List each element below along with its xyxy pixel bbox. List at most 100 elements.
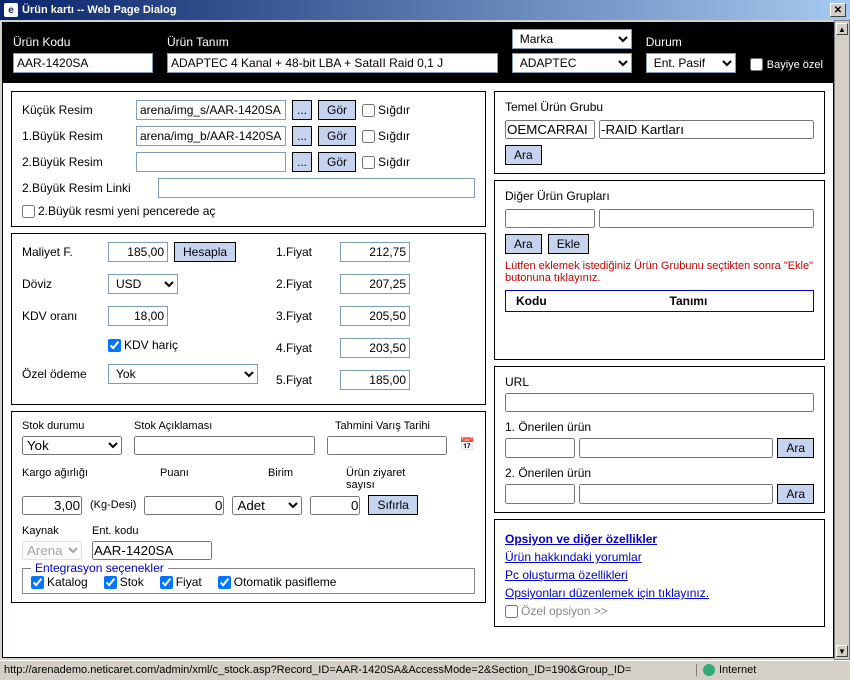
birim-select[interactable]: Adet [232,496,302,515]
tahmini-varis-input[interactable] [327,436,447,455]
vertical-scrollbar[interactable]: ▲ ▼ [834,20,850,660]
maliyet-label: Maliyet F. [22,245,102,259]
diger-ekle-button[interactable]: Ekle [548,234,589,254]
oner1-ara-button[interactable]: Ara [777,438,814,458]
ziyaret-label: Ürün ziyaret sayısı [346,467,405,491]
grup-note: Lütfen eklemek istediğiniz Ürün Grubunu … [505,260,814,284]
oner1-label: 1. Önerilen ürün [505,420,591,434]
urun-tanim-label: Ürün Tanım [167,35,498,49]
resim-link-label: 2.Büyük Resim Linki [22,181,152,195]
doviz-select[interactable]: USD [108,274,178,294]
status-zone: Internet [696,664,846,676]
diger-grup-label: Diğer Ürün Grupları [505,189,610,203]
fiyat1-input[interactable] [340,242,410,262]
statusbar: http://arenademo.neticaret.com/admin/xml… [0,660,850,678]
close-button[interactable]: ✕ [830,3,846,17]
buyuk1-gor-button[interactable]: Gör [318,126,356,146]
kargo-input[interactable] [22,496,82,515]
oner2-label: 2. Önerilen ürün [505,466,591,480]
urun-tanim-input[interactable] [167,53,498,73]
oner2-kod-input[interactable] [505,484,575,504]
kargo-unit: (Kg-Desi) [90,499,136,511]
fiyat2-label: 2.Fiyat [276,277,326,291]
fiyat5-input[interactable] [340,370,410,390]
katalog-checkbox[interactable] [31,576,44,589]
diger-ad-input[interactable] [599,209,814,228]
kucuk-resim-input[interactable] [136,100,286,120]
images-panel: Küçük Resim ... Gör Sığdır 1.Büyük Resim… [11,91,486,227]
url-panel: URL 1. Önerilen ürün Ara 2. Önerilen ürü… [494,366,825,513]
kucuk-gor-button[interactable]: Gör [318,100,356,120]
stok-durumu-select[interactable]: Yok [22,436,122,455]
stok-durumu-label: Stok durumu [22,420,84,432]
buyuk1-label: 1.Büyük Resim [22,129,130,143]
prices-panel: Maliyet F. Hesapla Döviz USD KDV oranı [11,233,486,405]
yorumlar-link[interactable]: Ürün hakkındaki yorumlar [505,550,814,564]
maliyet-input[interactable] [108,242,168,262]
marka-label-select[interactable]: Marka [512,29,632,49]
marka-select[interactable]: ADAPTEC [512,53,632,73]
opsiyon-title-link[interactable]: Opsiyon ve diğer özellikler [505,532,814,546]
hesapla-button[interactable]: Hesapla [174,242,236,262]
fiyat-checkbox[interactable] [160,576,173,589]
puan-input[interactable] [144,496,224,515]
urun-kodu-label: Ürün Kodu [13,35,153,49]
ie-icon: e [4,3,18,17]
fiyat5-label: 5.Fiyat [276,373,326,387]
scroll-down-icon[interactable]: ▼ [836,645,848,657]
scroll-up-icon[interactable]: ▲ [836,23,848,35]
url-input[interactable] [505,393,814,412]
diger-kod-input[interactable] [505,209,595,228]
temel-ad-input [599,120,814,139]
calendar-icon[interactable]: 📅 [459,436,475,452]
buyuk2-input[interactable] [136,152,286,172]
urun-kodu-input[interactable] [13,53,153,73]
sifirla-button[interactable]: Sıfırla [368,495,417,515]
oner2-ara-button[interactable]: Ara [777,484,814,504]
buyuk2-sigdir-checkbox[interactable] [362,156,375,169]
oner1-ad-input[interactable] [579,438,773,458]
kucuk-sigdir-checkbox[interactable] [362,104,375,117]
buyuk1-browse-button[interactable]: ... [292,126,312,146]
diger-ara-button[interactable]: Ara [505,234,542,254]
ent-kodu-label: Ent. kodu [92,525,138,537]
temel-grup-label: Temel Ürün Grubu [505,100,603,114]
entegrasyon-legend: Entegrasyon seçenekler [31,561,168,575]
ozel-odeme-label: Özel ödeme [22,367,102,381]
buyuk1-sigdir-checkbox[interactable] [362,130,375,143]
kdv-input[interactable] [108,306,168,326]
buyuk1-input[interactable] [136,126,286,146]
buyuk2-browse-button[interactable]: ... [292,152,312,172]
fiyat2-input[interactable] [340,274,410,294]
durum-select[interactable]: Ent. Pasif [646,53,736,73]
kaynak-label: Kaynak [22,525,59,537]
oner1-kod-input[interactable] [505,438,575,458]
kdv-label: KDV oranı [22,309,102,323]
bayiye-ozel-checkbox[interactable] [750,58,763,71]
stok-checkbox[interactable] [104,576,117,589]
ent-kodu-input [92,541,212,560]
yeni-pencere-checkbox[interactable] [22,205,35,218]
durum-label: Durum [646,35,736,49]
kdv-haric-checkbox[interactable] [108,339,121,352]
ozel-odeme-select[interactable]: Yok [108,364,258,384]
temel-grup-panel: Temel Ürün Grubu Ara [494,91,825,174]
grup-table-header: Kodu Tanımı [505,290,814,312]
doviz-label: Döviz [22,277,102,291]
temel-ara-button[interactable]: Ara [505,145,542,165]
ozel-opsiyon-checkbox[interactable] [505,605,518,618]
oto-pasifleme-checkbox[interactable] [218,576,231,589]
stok-aciklama-input[interactable] [134,436,315,455]
opsiyon-duzenle-link[interactable]: Opsiyonları düzenlemek için tıklayınız. [505,586,814,600]
tahmini-varis-label: Tahmini Varış Tarihi [335,420,430,432]
resim-link-input[interactable] [158,178,475,198]
kucuk-browse-button[interactable]: ... [292,100,312,120]
stock-panel: Stok durumu Stok Açıklaması Tahmini Varı… [11,411,486,603]
pc-olustur-link[interactable]: Pc oluşturma özellikleri [505,568,814,582]
fiyat1-label: 1.Fiyat [276,245,326,259]
buyuk2-gor-button[interactable]: Gör [318,152,356,172]
oner2-ad-input[interactable] [579,484,773,504]
fiyat3-input[interactable] [340,306,410,326]
fiyat4-label: 4.Fiyat [276,341,326,355]
fiyat4-input[interactable] [340,338,410,358]
